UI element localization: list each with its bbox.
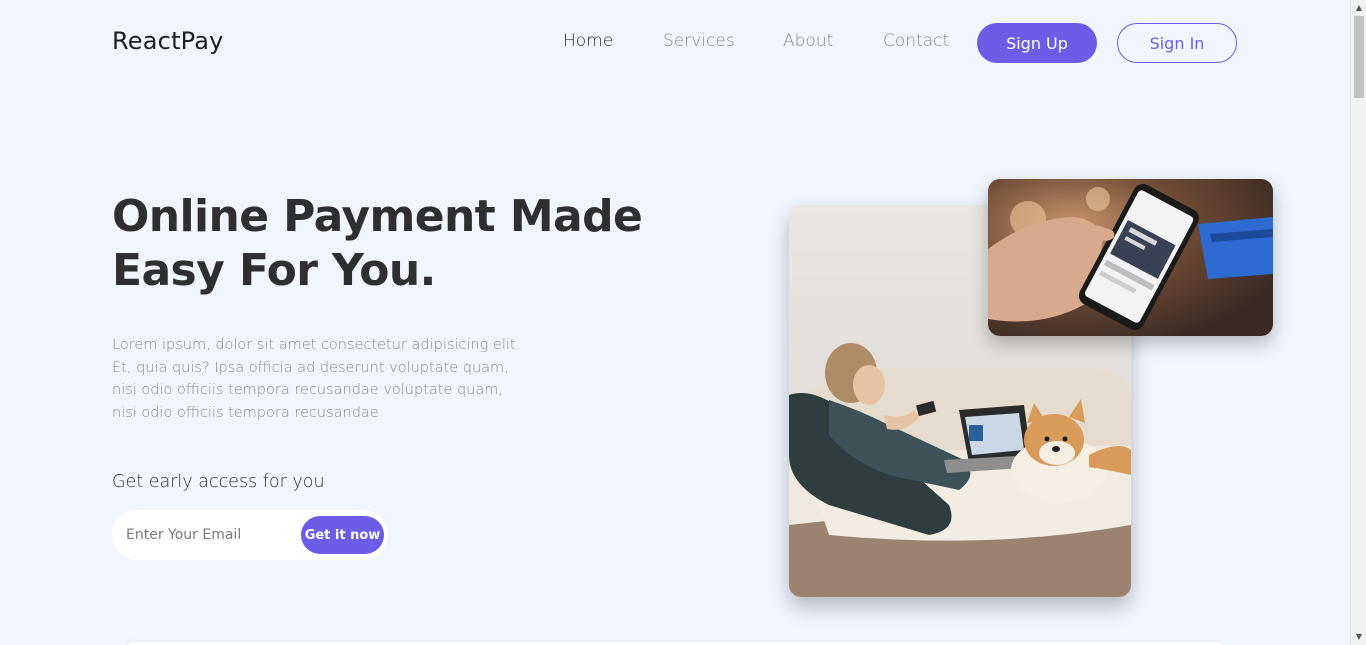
hero-title-line1: Online Payment Made [112, 191, 643, 242]
scroll-down-icon[interactable]: ▼ [1351, 629, 1366, 645]
nav-home[interactable]: Home [563, 31, 613, 51]
brand-logo[interactable]: ReactPay [112, 27, 224, 55]
get-it-now-button[interactable]: Get it now [301, 516, 384, 554]
scrollbar-thumb[interactable] [1354, 16, 1364, 98]
nav-about[interactable]: About [783, 31, 833, 51]
hero-title-line2: Easy For You. [112, 245, 436, 296]
scroll-up-icon[interactable]: ▲ [1351, 0, 1366, 16]
vertical-scrollbar[interactable]: ▲ ▼ [1350, 0, 1366, 645]
sign-up-button[interactable]: Sign Up [977, 23, 1097, 63]
phone-payment-illustration [988, 179, 1273, 336]
landing-page: ReactPay Home Services About Contact Sig… [0, 0, 1350, 645]
email-signup-form: Get it now [112, 510, 388, 560]
hero-photo-phone-payment [988, 179, 1273, 336]
email-input[interactable] [126, 523, 296, 547]
hero-description: Lorem ipsum, dolor sit amet consectetur … [112, 337, 521, 421]
early-access-label: Get early access for you [112, 472, 325, 492]
hero-title: Online Payment Made Easy For You. [112, 190, 672, 298]
nav-contact[interactable]: Contact [883, 31, 949, 51]
nav-services[interactable]: Services [663, 31, 735, 51]
sign-in-button[interactable]: Sign In [1117, 23, 1237, 63]
